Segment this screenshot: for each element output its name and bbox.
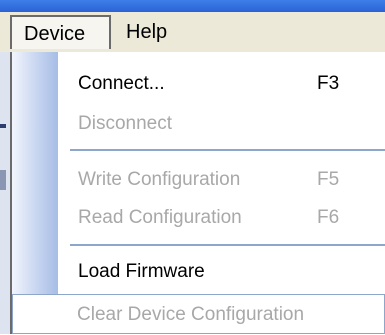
window-title-bar-edge <box>0 0 385 12</box>
menu-item-write-configuration[interactable]: Write Configuration <box>78 160 240 200</box>
shortcut-write-configuration: F5 <box>317 169 340 190</box>
menu-separator <box>70 244 385 246</box>
background-fragment <box>0 170 6 190</box>
background-fragment <box>0 124 6 128</box>
menu-help[interactable]: Help <box>114 15 184 49</box>
menu-item-read-configuration[interactable]: Read Configuration <box>78 198 242 238</box>
shortcut-connect: F3 <box>317 73 340 94</box>
menu-separator <box>70 149 385 151</box>
menu-item-clear-device-configuration[interactable]: Clear Device Configuration <box>12 294 385 334</box>
menu-device[interactable]: Device <box>10 15 111 49</box>
menu-bar: Device Help <box>0 12 385 53</box>
menu-icon-gutter <box>12 52 58 334</box>
menu-item-load-firmware[interactable]: Load Firmware <box>78 252 205 292</box>
menu-item-connect[interactable]: Connect... <box>78 64 165 104</box>
menu-item-disconnect[interactable]: Disconnect <box>78 104 172 144</box>
shortcut-read-configuration: F6 <box>317 207 340 228</box>
menu-item-label: Clear Device Configuration <box>77 304 305 325</box>
device-dropdown-menu: Connect... F3 Disconnect Write Configura… <box>10 52 385 334</box>
